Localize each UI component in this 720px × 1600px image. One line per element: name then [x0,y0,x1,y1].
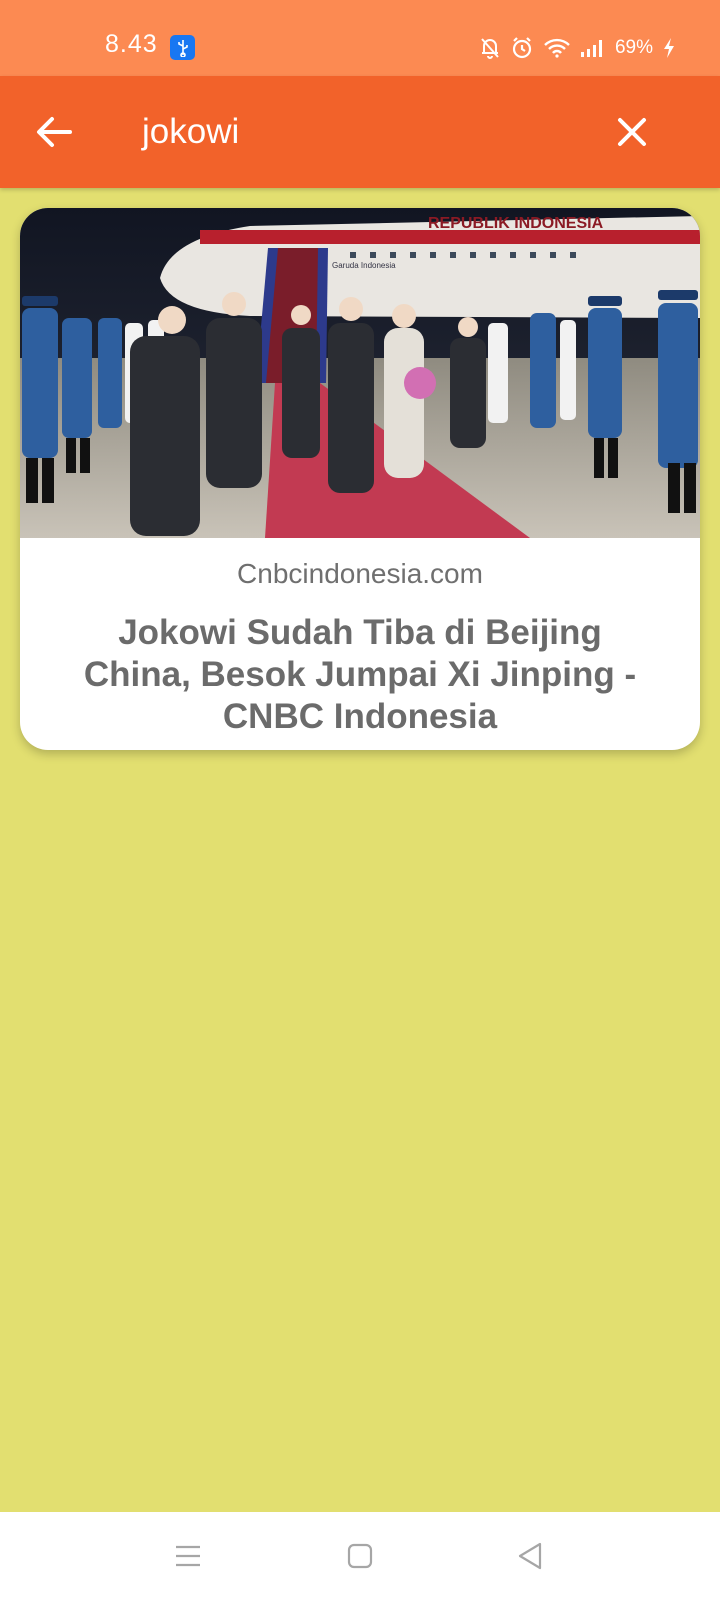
recent-apps-button[interactable] [164,1532,212,1580]
menu-icon [176,1545,200,1567]
status-bar: 8.43 69% [0,0,720,76]
home-button[interactable] [336,1532,384,1580]
search-query[interactable]: jokowi [142,112,239,152]
close-icon [618,118,646,146]
battery-level: 69% [614,37,653,58]
alarm-icon [512,37,532,59]
home-icon [347,1543,373,1569]
news-source: Cnbcindonesia.com [237,558,483,589]
news-result-card[interactable]: REPUBLIK INDONESIA Garuda Indonesia Cnbc… [20,208,700,750]
usb-icon [170,35,195,60]
status-icons: 69% [479,33,676,63]
plane-livery: REPUBLIK INDONESIA [428,215,604,232]
arrow-left-icon [37,117,72,147]
news-photo: REPUBLIK INDONESIA Garuda Indonesia [20,208,700,538]
back-button[interactable] [30,108,78,156]
search-app-bar: jokowi [0,76,720,188]
news-title: Jokowi Sudah Tiba di Beijing China, Beso… [83,613,637,736]
wifi-icon [544,38,570,58]
back-triangle-icon [518,1542,542,1570]
signal-icon [580,40,602,57]
nav-back-button[interactable] [506,1532,554,1580]
charging-icon [664,38,674,58]
clear-search-button[interactable] [608,108,656,156]
plane-sublivery: Garuda Indonesia [332,261,396,270]
bell-off-icon [481,38,499,59]
status-time: 8.43 [105,30,158,58]
system-nav-bar [0,1512,720,1600]
